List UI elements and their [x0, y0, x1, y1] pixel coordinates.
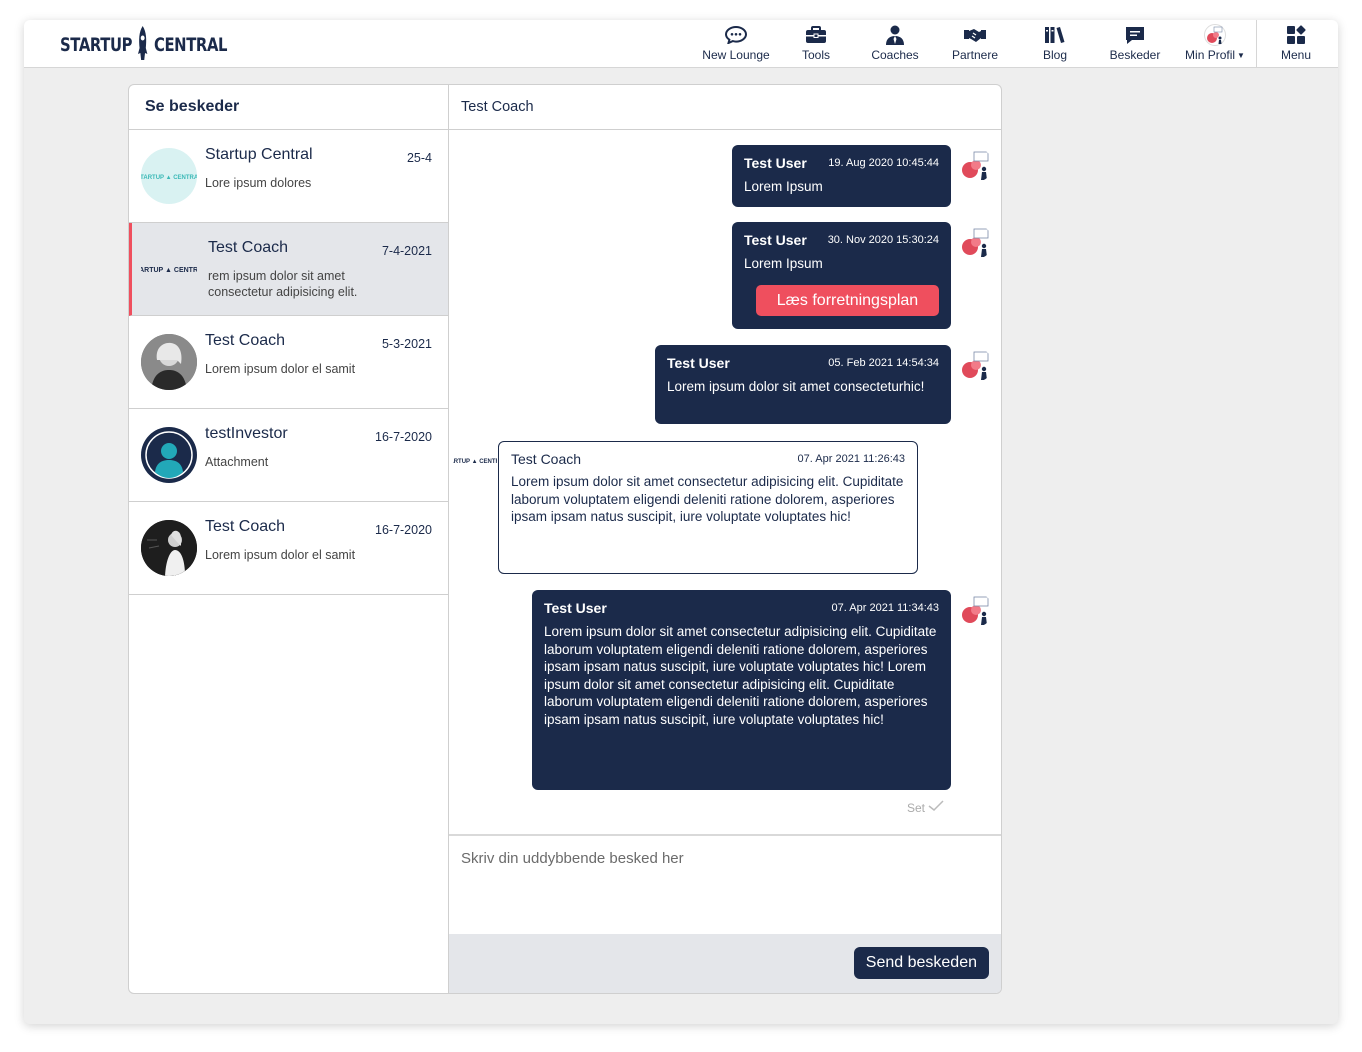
person-tie-icon [855, 24, 935, 46]
message-body: Lorem Ipsum [744, 179, 823, 194]
message-body: Lorem ipsum dolor sit amet consectetur a… [511, 474, 904, 524]
nav-label: Min Profil ▼ [1185, 48, 1245, 62]
conversation-name: Test Coach [205, 332, 286, 349]
inbox-title: Se beskeder [129, 85, 448, 130]
avatar: STARTUP ▲ CENTRAL [141, 241, 197, 297]
svg-text:STARTUP ▲ CENTRAL: STARTUP ▲ CENTRAL [141, 175, 197, 181]
top-navigation-bar: STARTUP CENTRAL New Lounge Tools Coaches [24, 20, 1338, 68]
conversation-item[interactable]: STARTUP ▲ CENTRAL Startup Central 25-4 L… [129, 130, 448, 223]
conversation-item[interactable]: Test Coach 16-7-2020 Lorem ipsum dolor e… [129, 502, 448, 595]
conversation-item-active[interactable]: STARTUP ▲ CENTRAL Test Coach 7-4-2021 re… [129, 223, 448, 316]
nav-label: Coaches [871, 48, 919, 62]
message-outgoing: Test User 07. Apr 2021 11:34:43 Lorem ip… [532, 590, 951, 790]
seen-label: Set [907, 801, 926, 815]
conversation-preview: rem ipsum dolor sit amet consectetur adi… [208, 269, 378, 302]
logo-text-left: STARTUP [60, 34, 133, 56]
profile-avatar-icon [1175, 24, 1255, 46]
rocket-icon [137, 25, 149, 65]
startup-central-logo[interactable]: STARTUP CENTRAL [60, 25, 228, 65]
message-time: 19. Aug 2020 10:45:44 [828, 157, 939, 169]
books-icon [1015, 24, 1095, 46]
message-body: Lorem ipsum dolor sit amet consecteturhi… [667, 379, 925, 394]
conversation-name: Test Coach [208, 239, 289, 256]
nav-label: Partnere [951, 48, 999, 62]
avatar [141, 334, 197, 390]
avatar: STARTUP ▲ CENTRAL [141, 148, 197, 204]
nav-label: Menu [1280, 48, 1312, 62]
nav-min-profil[interactable]: Min Profil ▼ [1175, 24, 1255, 64]
conversation-item[interactable]: Test Coach 5-3-2021 Lorem ipsum dolor el… [129, 316, 448, 409]
conversation-date: 7-4-2021 [381, 244, 432, 258]
conversation-preview: Lore ipsum dolores [205, 176, 312, 190]
send-message-button[interactable]: Send beskeden [853, 947, 989, 979]
app-window: STARTUP CENTRAL New Lounge Tools Coaches [24, 20, 1338, 1024]
conversation-name: Startup Central [205, 146, 313, 163]
nav-tools[interactable]: Tools [776, 24, 856, 64]
user-avatar [959, 225, 993, 259]
nav-partnere[interactable]: Partnere [935, 24, 1015, 64]
nav-label: New Lounge [702, 48, 770, 62]
avatar [141, 427, 197, 483]
nav-coaches[interactable]: Coaches [855, 24, 935, 64]
svg-text:STARTUP ▲ CENTRAL: STARTUP ▲ CENTRAL [141, 267, 197, 274]
logo-text-right: CENTRAL [153, 34, 228, 56]
briefcase-icon [776, 24, 856, 46]
conversation-name: Test Coach [205, 518, 286, 535]
message-time: 30. Nov 2020 15:30:24 [827, 234, 939, 246]
message-outgoing: Test User 05. Feb 2021 14:54:34 Lorem ip… [655, 345, 951, 424]
message-body: Lorem ipsum dolor sit amet consectetur a… [544, 624, 937, 727]
nav-new-lounge[interactable]: New Lounge [696, 24, 776, 64]
conversation-preview: Lorem ipsum dolor el samit [205, 548, 356, 562]
caret-down-icon: ▼ [1237, 51, 1245, 60]
chat-pane: Test Coach Test User 19. Aug 2020 10:45:… [442, 85, 1001, 993]
messages-panel: Se beskeder STARTUP ▲ CENTRAL Startup Ce… [128, 84, 1002, 994]
conversation-preview: Lorem ipsum dolor el samit [205, 362, 356, 376]
message-time: 07. Apr 2021 11:26:43 [797, 453, 905, 465]
grid-menu-icon [1256, 24, 1336, 46]
conversation-list: Se beskeder STARTUP ▲ CENTRAL Startup Ce… [129, 85, 449, 993]
nav-label: Beskeder [1109, 48, 1161, 62]
nav-blog[interactable]: Blog [1015, 24, 1095, 64]
message-body: Lorem Ipsum [744, 256, 823, 271]
nav-menu[interactable]: Menu [1256, 24, 1336, 64]
message-outgoing: Test User 19. Aug 2020 10:45:44 Lorem Ip… [732, 145, 951, 207]
conversation-date: 16-7-2020 [375, 523, 432, 537]
conversation-date: 16-7-2020 [375, 430, 432, 444]
user-avatar [959, 148, 993, 182]
nav-label: Blog [1042, 48, 1068, 62]
avatar [141, 520, 197, 576]
conversation-name: testInvestor [205, 425, 288, 442]
conversation-preview: Attachment [205, 455, 269, 469]
handshake-icon [935, 24, 1015, 46]
svg-text:STARTUP ▲ CENTRAL: STARTUP ▲ CENTRAL [453, 459, 497, 465]
chat-title: Test Coach [449, 85, 1001, 130]
message-icon [1095, 24, 1175, 46]
message-input[interactable] [449, 836, 1001, 934]
message-incoming: Test Coach 07. Apr 2021 11:26:43 Lorem i… [498, 441, 918, 574]
checkmark-icon [928, 800, 944, 815]
user-avatar [959, 348, 993, 382]
coach-avatar: STARTUP ▲ CENTRAL [442, 450, 508, 472]
user-avatar [959, 593, 993, 627]
compose-footer: Send beskeden [449, 934, 1001, 993]
nav-beskeder[interactable]: Beskeder [1095, 24, 1175, 64]
conversation-date: 5-3-2021 [381, 337, 432, 351]
chat-bubble-icon [696, 24, 776, 46]
message-outgoing: Test User 30. Nov 2020 15:30:24 Lorem Ip… [732, 222, 951, 329]
nav-label: Tools [801, 48, 830, 62]
message-thread[interactable]: Test User 19. Aug 2020 10:45:44 Lorem Ip… [442, 130, 1001, 833]
conversation-date: 25-4 [406, 151, 432, 165]
message-time: 07. Apr 2021 11:34:43 [831, 602, 939, 614]
message-time: 05. Feb 2021 14:54:34 [828, 357, 939, 369]
read-business-plan-button[interactable]: Læs forretningsplan [756, 285, 939, 316]
conversation-item[interactable]: testInvestor 16-7-2020 Attachment [129, 409, 448, 502]
seen-status: Set [907, 800, 944, 815]
message-compose [449, 834, 1001, 934]
